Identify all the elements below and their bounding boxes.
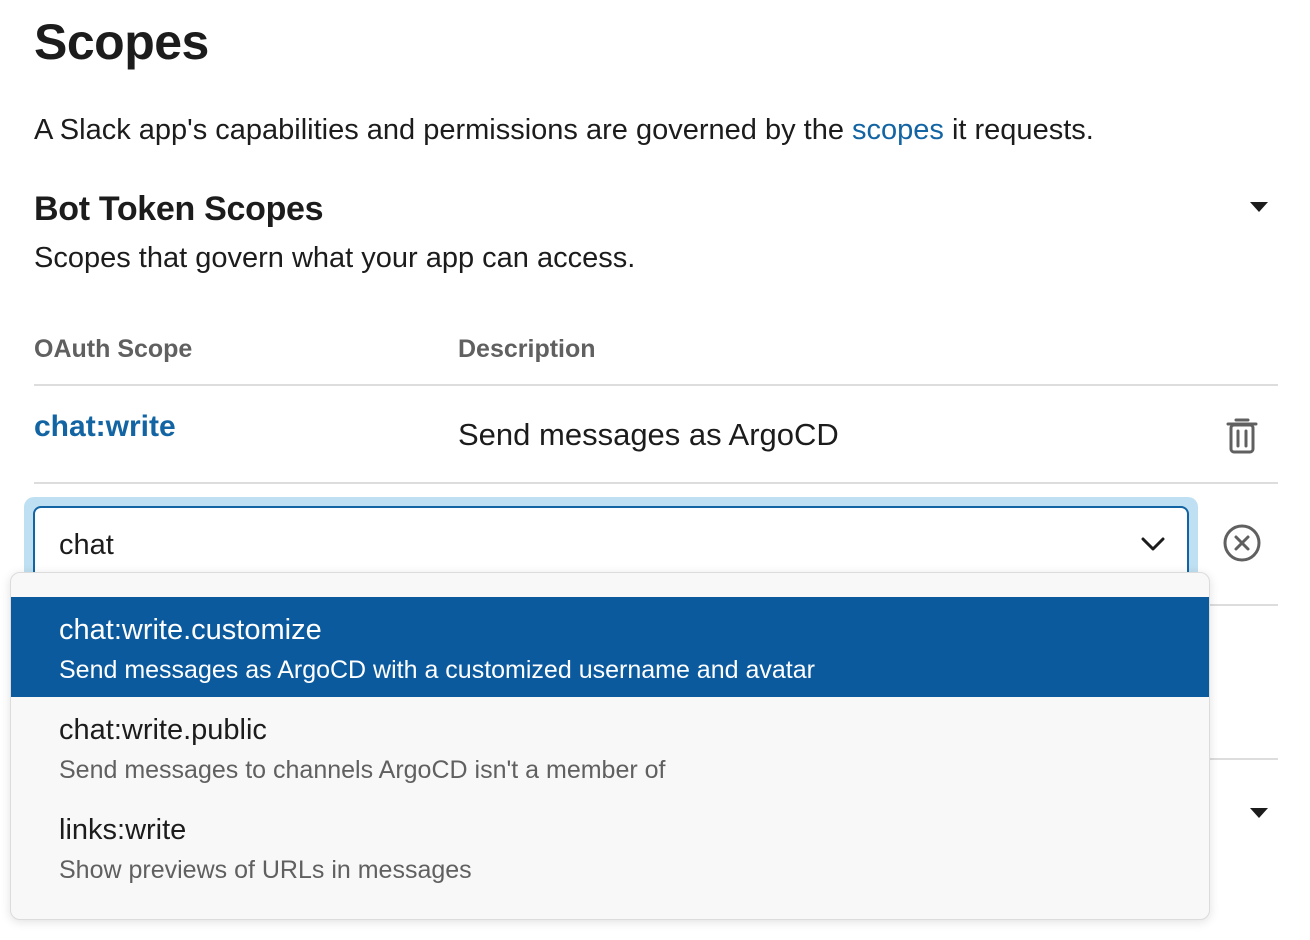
table-divider bbox=[34, 384, 1278, 386]
table-divider bbox=[34, 482, 1278, 484]
option-name: chat:write.customize bbox=[59, 614, 322, 646]
scope-option[interactable]: chat:write.customize Send messages as Ar… bbox=[11, 597, 1209, 697]
intro-text-after: it requests. bbox=[943, 114, 1094, 146]
scopes-page: Scopes A Slack app's capabilities and pe… bbox=[0, 0, 1310, 940]
option-name: links:write bbox=[59, 814, 187, 846]
option-description: Send messages as ArgoCD with a customize… bbox=[59, 656, 815, 684]
trash-icon[interactable] bbox=[1222, 414, 1262, 456]
column-header-oauth-scope: OAuth Scope bbox=[34, 335, 193, 363]
intro-text: A Slack app's capabilities and permissio… bbox=[34, 110, 1094, 150]
caret-down-icon[interactable] bbox=[1248, 806, 1270, 820]
option-description: Send messages to channels ArgoCD isn't a… bbox=[59, 756, 666, 784]
scopes-link[interactable]: scopes bbox=[852, 114, 944, 146]
scope-options-dropdown: chat:write.customize Send messages as Ar… bbox=[10, 572, 1210, 920]
option-description: Show previews of URLs in messages bbox=[59, 856, 472, 884]
scope-search-input[interactable] bbox=[59, 526, 1099, 564]
chevron-down-icon[interactable] bbox=[1139, 534, 1167, 554]
caret-down-icon[interactable] bbox=[1248, 200, 1270, 214]
option-name: chat:write.public bbox=[59, 714, 267, 746]
scope-description: Send messages as ArgoCD bbox=[458, 417, 839, 452]
intro-text-before: A Slack app's capabilities and permissio… bbox=[34, 114, 853, 146]
section-description: Scopes that govern what your app can acc… bbox=[34, 242, 636, 274]
section-title: Bot Token Scopes bbox=[34, 190, 324, 228]
circle-x-icon[interactable] bbox=[1222, 523, 1262, 563]
page-title: Scopes bbox=[34, 14, 209, 70]
scope-option[interactable]: links:write Show previews of URLs in mes… bbox=[11, 797, 1209, 897]
scope-link-chat-write[interactable]: chat:write bbox=[34, 407, 176, 447]
column-header-description: Description bbox=[458, 335, 596, 363]
scope-option[interactable]: chat:write.public Send messages to chann… bbox=[11, 697, 1209, 797]
